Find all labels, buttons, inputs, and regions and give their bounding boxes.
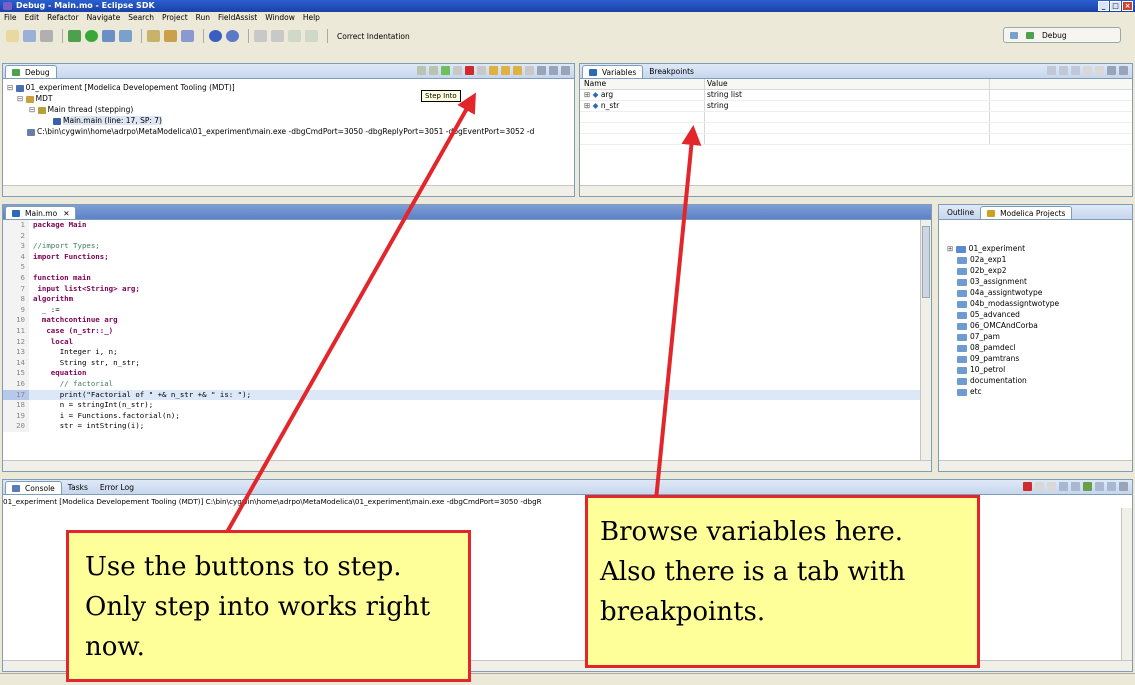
arrow-to-step-into bbox=[216, 92, 476, 549]
callout-browse-variables: Browse variables here. Also there is a t… bbox=[585, 495, 980, 668]
callout-step-buttons: Use the buttons to step. Only step into … bbox=[66, 530, 471, 682]
arrow-to-variables bbox=[654, 125, 702, 501]
